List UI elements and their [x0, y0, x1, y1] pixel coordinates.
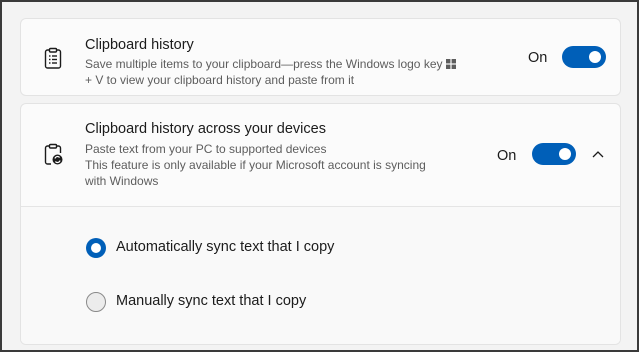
- windows-logo-icon: [445, 59, 456, 69]
- radio-label[interactable]: Manually sync text that I copy: [116, 293, 306, 309]
- toggle-state-label: On: [528, 50, 548, 66]
- sync-devices-toggle[interactable]: [532, 143, 576, 165]
- radio-button-unchecked[interactable]: [86, 292, 106, 312]
- clipboard-list-icon: [44, 47, 62, 69]
- radio-dot: [91, 243, 101, 253]
- clipboard-sync-icon: [44, 143, 63, 165]
- description-line-3: with Windows: [85, 174, 159, 188]
- toggle-state-label: On: [497, 148, 517, 164]
- toggle-knob: [589, 51, 601, 63]
- description-line-1: Paste text from your PC to supported dev…: [85, 142, 327, 156]
- sync-options-panel: Automatically sync text that I copy Manu…: [21, 207, 620, 344]
- clipboard-history-toggle[interactable]: [562, 46, 606, 68]
- description-text-1: Save multiple items to your clipboard—pr…: [85, 57, 443, 71]
- description-text-2: + V to view your clipboard history and p…: [85, 73, 355, 87]
- chevron-up-icon[interactable]: [590, 146, 606, 162]
- setting-description: Save multiple items to your clipboard—pr…: [85, 56, 505, 88]
- sync-devices-setting: Clipboard history across your devices Pa…: [20, 103, 621, 345]
- toggle-knob: [559, 148, 571, 160]
- radio-button-checked[interactable]: [86, 238, 106, 258]
- setting-description: Paste text from your PC to supported dev…: [85, 141, 505, 189]
- clipboard-history-setting: Clipboard history Save multiple items to…: [20, 18, 621, 96]
- description-line-2: This feature is only available if your M…: [85, 158, 426, 172]
- setting-title: Clipboard history across your devices: [85, 121, 326, 137]
- setting-title: Clipboard history: [85, 37, 194, 53]
- radio-label[interactable]: Automatically sync text that I copy: [116, 239, 334, 255]
